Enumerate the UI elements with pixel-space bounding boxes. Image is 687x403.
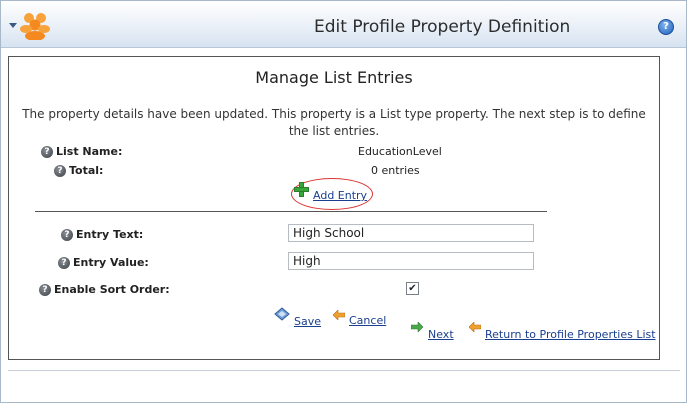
entry-value-input[interactable]: [288, 252, 534, 270]
help-icon[interactable]: ?: [58, 256, 70, 269]
total-label: Total:: [69, 164, 104, 177]
entry-text-label-row: ? Entry Text:: [61, 228, 143, 241]
back-arrow-icon[interactable]: [333, 310, 345, 320]
entry-text-label: Entry Text:: [76, 228, 144, 241]
enable-sort-order-checkbox[interactable]: ✔: [406, 282, 419, 295]
help-icon[interactable]: ?: [39, 283, 51, 296]
entry-value-label-row: ? Entry Value:: [58, 256, 149, 269]
list-name-label-row: ? List Name:: [41, 145, 122, 158]
divider: [35, 211, 547, 212]
list-name-value: EducationLevel: [358, 145, 442, 158]
section-heading: Manage List Entries: [255, 68, 413, 87]
help-icon[interactable]: ?: [658, 19, 674, 35]
return-to-list-link[interactable]: Return to Profile Properties List: [485, 328, 656, 341]
cancel-link[interactable]: Cancel: [349, 314, 386, 327]
module-title-bar: Edit Profile Property Definition ?: [1, 1, 686, 48]
footer-divider: [8, 370, 680, 371]
enable-sort-order-label: Enable Sort Order:: [54, 283, 170, 296]
save-link[interactable]: Save: [294, 315, 321, 328]
help-icon[interactable]: ?: [41, 145, 53, 158]
add-entry-link[interactable]: Add Entry: [313, 189, 367, 202]
total-value: 0 entries: [371, 164, 420, 177]
back-arrow-icon[interactable]: [469, 322, 481, 332]
entry-value-label: Entry Value:: [73, 256, 149, 269]
manage-list-panel: Manage List Entries The property details…: [8, 56, 660, 360]
status-message: The property details have been updated. …: [22, 107, 646, 138]
next-link[interactable]: Next: [428, 328, 454, 341]
help-icon[interactable]: ?: [54, 164, 66, 177]
save-icon[interactable]: [274, 307, 290, 321]
enable-sort-order-label-row: ? Enable Sort Order:: [39, 283, 170, 296]
page-title: Edit Profile Property Definition: [314, 17, 571, 37]
module-container: Edit Profile Property Definition ? Manag…: [0, 0, 687, 403]
forward-arrow-icon[interactable]: [411, 322, 423, 332]
entry-text-input[interactable]: [288, 224, 534, 242]
help-icon[interactable]: ?: [61, 228, 73, 241]
plus-icon[interactable]: [294, 182, 309, 197]
total-label-row: ? Total:: [54, 164, 103, 177]
list-name-label: List Name:: [56, 145, 123, 158]
